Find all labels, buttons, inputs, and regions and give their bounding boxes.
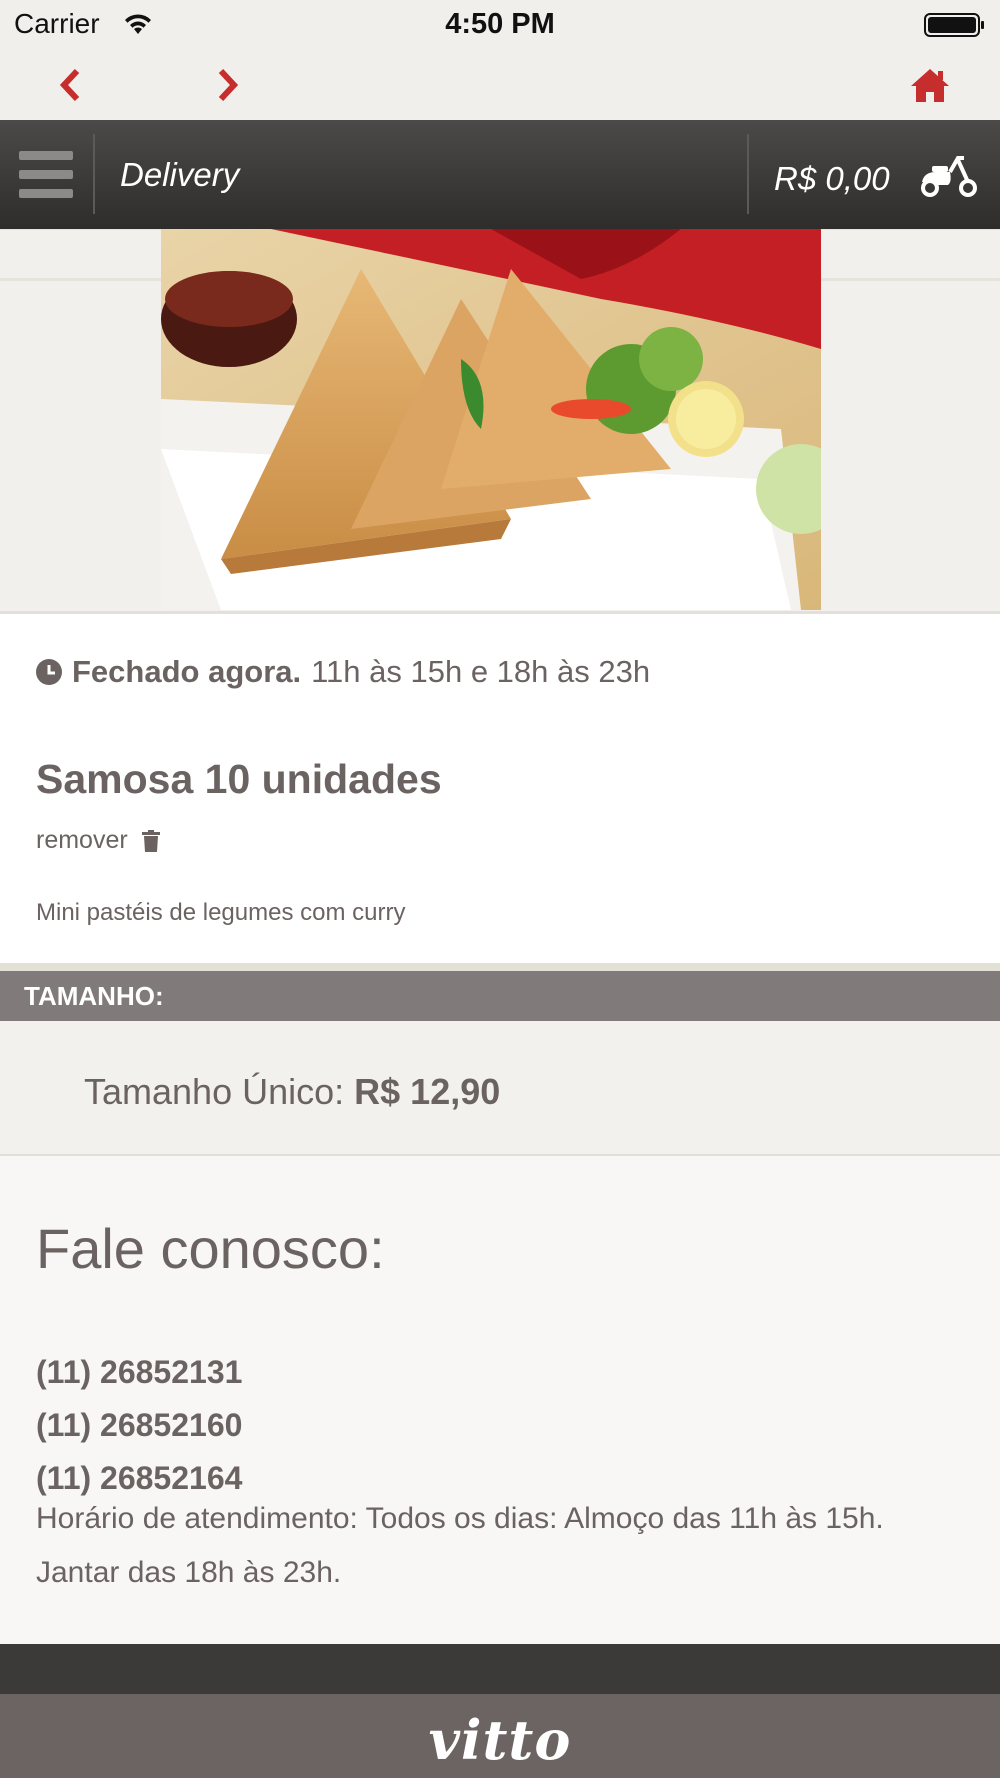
phone-link[interactable]: (11) 26852160 — [36, 1407, 242, 1444]
app-header: Delivery R$ 0,00 — [0, 120, 1000, 229]
size-option-price: R$ 12,90 — [354, 1071, 501, 1112]
scooter-icon — [921, 156, 977, 197]
clock-icon — [36, 659, 62, 685]
menu-button[interactable] — [0, 120, 92, 229]
remove-label: remover — [36, 826, 128, 854]
status-bar: Carrier 4:50 PM — [0, 0, 1000, 50]
trash-icon — [141, 829, 160, 852]
cart-total: R$ 0,00 — [774, 160, 890, 197]
remove-button[interactable]: remover — [36, 826, 160, 855]
size-section-header: TAMANHO: — [0, 963, 1000, 1021]
cart-button[interactable]: R$ 0,00 — [750, 120, 1000, 229]
size-header-label: TAMANHO: — [24, 981, 164, 1011]
footer: vitto — [0, 1694, 1000, 1778]
header-title: Delivery — [120, 156, 240, 193]
product-info: Fechado agora. 11h às 15h e 18h às 23h S… — [0, 611, 1000, 963]
contact-title: Fale conosco: — [36, 1217, 385, 1280]
size-option-label: Tamanho Único: — [84, 1071, 345, 1112]
chevron-right-icon — [218, 68, 239, 102]
clock-time: 4:50 PM — [445, 8, 555, 40]
home-icon — [911, 69, 949, 102]
opening-hours: Horário de atendimento: Todos os dias: A… — [36, 1502, 884, 1589]
product-name: Samosa 10 unidades — [36, 756, 442, 802]
header-divider — [93, 134, 95, 214]
phone-link[interactable]: (11) 26852131 — [36, 1354, 242, 1391]
size-option[interactable]: Tamanho Único: R$ 12,90 — [0, 1021, 1000, 1156]
hamburger-icon — [19, 150, 73, 198]
product-image — [161, 229, 821, 610]
contact-section: Fale conosco: (11) 26852131 (11) 2685216… — [0, 1156, 1000, 1644]
status-closed: Fechado agora. — [72, 654, 302, 689]
battery-icon — [924, 13, 984, 37]
back-button[interactable] — [40, 60, 100, 110]
forward-button[interactable] — [198, 60, 258, 110]
home-button[interactable] — [900, 60, 960, 110]
status-hours: 11h às 15h e 18h às 23h — [311, 654, 651, 689]
footer-bar — [0, 1644, 1000, 1694]
product-description: Mini pastéis de legumes com curry — [36, 899, 406, 926]
navigation-bar — [0, 50, 1000, 120]
vitto-logo: vitto — [428, 1708, 572, 1772]
header-divider — [747, 134, 749, 214]
chevron-left-icon — [59, 68, 80, 102]
opening-status: Fechado agora. 11h às 15h e 18h às 23h — [36, 654, 650, 690]
